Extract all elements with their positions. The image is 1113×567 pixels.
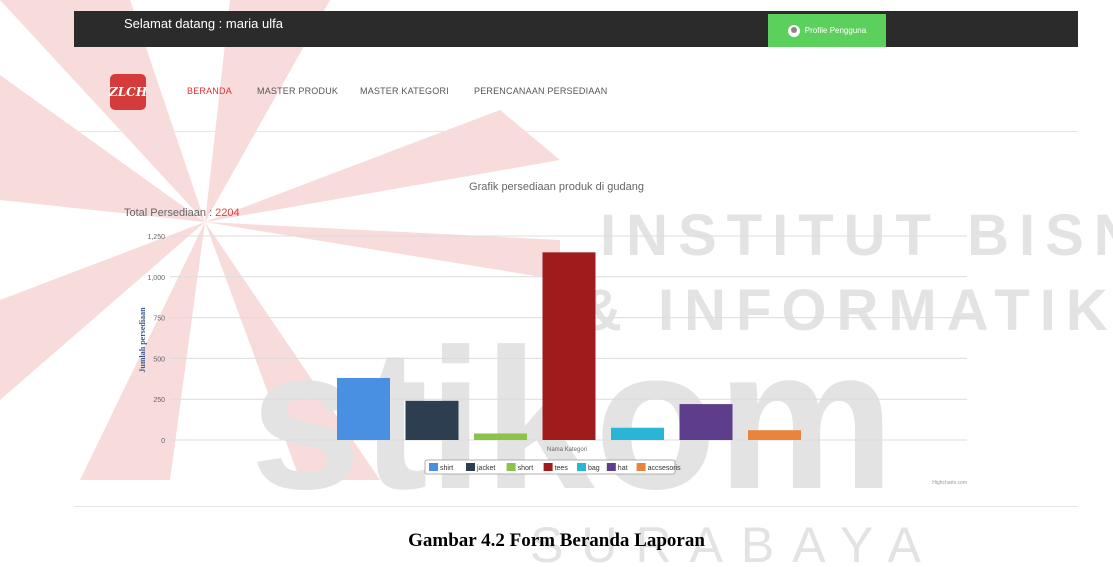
y-tick-label: 1,000 [147, 275, 165, 282]
bar-jacket [405, 400, 459, 440]
y-tick-label: 0 [161, 438, 165, 445]
y-tick-label: 750 [153, 316, 165, 323]
divider-bottom [74, 506, 1078, 507]
y-tick-label: 500 [153, 356, 165, 363]
bar-hat [679, 404, 733, 440]
legend-swatch-bag [577, 463, 586, 471]
figure-caption: Gambar 4.2 Form Beranda Laporan [408, 530, 705, 551]
legend-label-jacket: jacket [476, 465, 495, 472]
legend-swatch-short [506, 463, 516, 471]
bar-short [474, 433, 527, 440]
legend-swatch-hat [606, 463, 616, 471]
legend-swatch-accsesoris [636, 463, 646, 471]
bar-bag [611, 427, 664, 440]
legend-label-bag: bag [588, 465, 600, 472]
legend-label-shirt: shirt [440, 465, 453, 472]
legend-label-hat: hat [618, 465, 628, 472]
y-axis-label: Jumlah persediaan [138, 307, 147, 373]
chart-credits: Highcharts.com [932, 480, 967, 486]
x-axis-label: Nama Kategori [547, 447, 587, 453]
legend-label-short: short [518, 465, 534, 472]
y-tick-label: 250 [153, 397, 165, 404]
legend-label-accsesoris: accsesoris [648, 465, 682, 472]
bar-chart: 0 250 500 750 1,000 1,250 Jumlah persediaan Nam… [138, 234, 967, 486]
bar-tees [542, 252, 596, 440]
legend-swatch-tees [543, 463, 553, 471]
bar-accsesoris [748, 430, 801, 440]
y-tick-label: 1,250 [147, 234, 165, 241]
legend-label-tees: tees [555, 465, 569, 472]
legend-swatch-jacket [466, 463, 475, 471]
bar-shirt [337, 377, 390, 440]
legend-swatch-shirt [429, 463, 438, 471]
